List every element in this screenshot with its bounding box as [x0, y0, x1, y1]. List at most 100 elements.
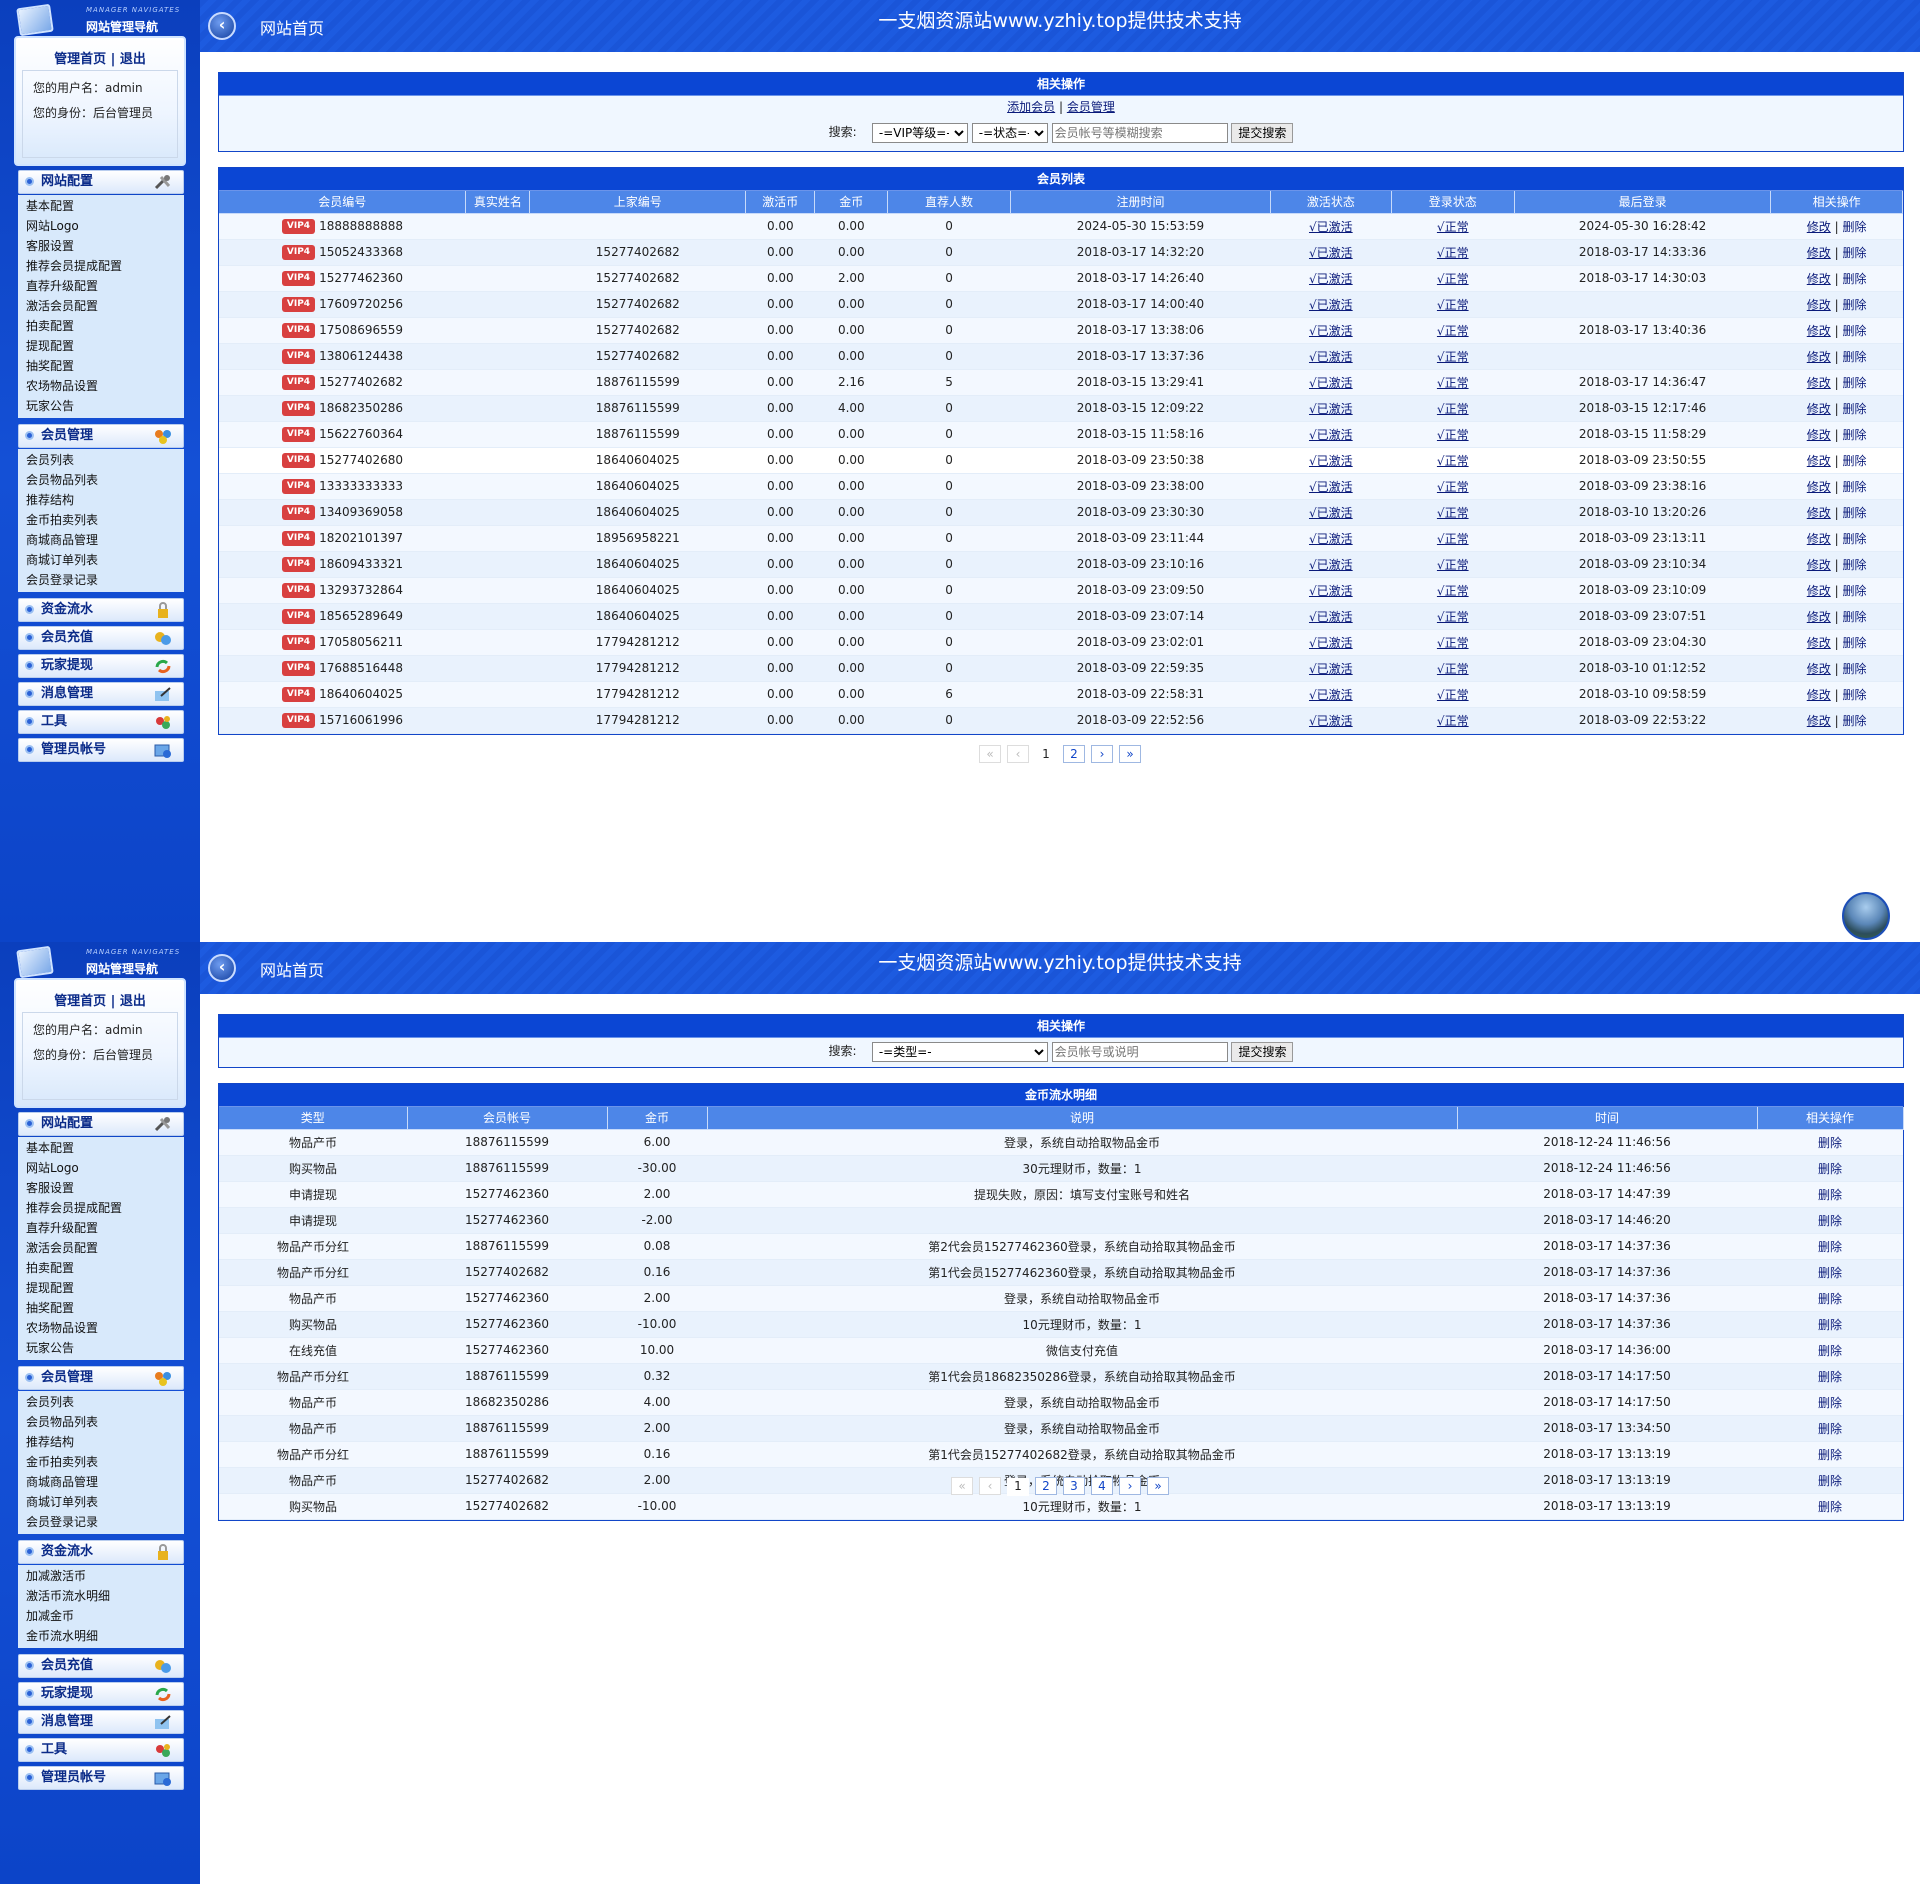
avatar[interactable]: [1842, 892, 1890, 940]
menu-head-tools[interactable]: 工具: [18, 1738, 184, 1762]
activation-status-link[interactable]: √已激活: [1309, 428, 1353, 442]
sidebar-item[interactable]: 玩家公告: [26, 396, 184, 416]
last-page-button[interactable]: »: [1147, 1477, 1169, 1495]
activation-status-link[interactable]: √已激活: [1309, 350, 1353, 364]
edit-link[interactable]: 修改: [1807, 662, 1831, 676]
search-input[interactable]: [1051, 122, 1228, 143]
sidebar-item[interactable]: 拍卖配置: [26, 1258, 184, 1278]
edit-link[interactable]: 修改: [1807, 350, 1831, 364]
activation-status-link[interactable]: √已激活: [1309, 246, 1353, 260]
sidebar-item[interactable]: 会员列表: [26, 450, 184, 470]
sidebar-item[interactable]: 商城商品管理: [26, 1472, 184, 1492]
activation-status-link[interactable]: √已激活: [1309, 480, 1353, 494]
delete-link[interactable]: 删除: [1818, 1188, 1842, 1202]
activation-status-link[interactable]: √已激活: [1309, 584, 1353, 598]
delete-link[interactable]: 删除: [1842, 376, 1866, 390]
login-status-link[interactable]: √正常: [1437, 428, 1469, 442]
sidebar-item[interactable]: 直荐升级配置: [26, 1218, 184, 1238]
activation-status-link[interactable]: √已激活: [1309, 220, 1353, 234]
add-member-link[interactable]: 添加会员: [1007, 100, 1055, 114]
sidebar-item[interactable]: 会员物品列表: [26, 1412, 184, 1432]
login-status-link[interactable]: √正常: [1437, 324, 1469, 338]
login-status-link[interactable]: √正常: [1437, 454, 1469, 468]
delete-link[interactable]: 删除: [1842, 610, 1866, 624]
page-button[interactable]: 2: [1035, 1477, 1057, 1495]
delete-link[interactable]: 删除: [1818, 1344, 1842, 1358]
sidebar-item[interactable]: 商城商品管理: [26, 530, 184, 550]
logout-link[interactable]: 退出: [120, 52, 146, 67]
edit-link[interactable]: 修改: [1807, 402, 1831, 416]
page-button[interactable]: 2: [1063, 745, 1085, 763]
login-status-link[interactable]: √正常: [1437, 402, 1469, 416]
delete-link[interactable]: 删除: [1818, 1422, 1842, 1436]
page-button[interactable]: 3: [1063, 1477, 1085, 1495]
delete-link[interactable]: 删除: [1842, 272, 1866, 286]
activation-status-link[interactable]: √已激活: [1309, 688, 1353, 702]
activation-status-link[interactable]: √已激活: [1309, 272, 1353, 286]
edit-link[interactable]: 修改: [1807, 428, 1831, 442]
prev-page-button[interactable]: ‹: [1007, 745, 1029, 763]
delete-link[interactable]: 删除: [1818, 1214, 1842, 1228]
menu-head-withdraw[interactable]: 玩家提现: [18, 654, 184, 678]
delete-link[interactable]: 删除: [1842, 246, 1866, 260]
sidebar-item[interactable]: 推荐结构: [26, 490, 184, 510]
activation-status-link[interactable]: √已激活: [1309, 636, 1353, 650]
delete-link[interactable]: 删除: [1818, 1396, 1842, 1410]
delete-link[interactable]: 删除: [1842, 350, 1866, 364]
login-status-link[interactable]: √正常: [1437, 532, 1469, 546]
admin-home-link[interactable]: 管理首页: [54, 994, 106, 1009]
edit-link[interactable]: 修改: [1807, 272, 1831, 286]
sidebar-item[interactable]: 提现配置: [26, 1278, 184, 1298]
sidebar-item[interactable]: 客服设置: [26, 1178, 184, 1198]
sidebar-item[interactable]: 金币拍卖列表: [26, 510, 184, 530]
delete-link[interactable]: 删除: [1842, 636, 1866, 650]
activation-status-link[interactable]: √已激活: [1309, 610, 1353, 624]
login-status-link[interactable]: √正常: [1437, 376, 1469, 390]
type-select[interactable]: -=类型=-: [871, 1041, 1048, 1062]
activation-status-link[interactable]: √已激活: [1309, 402, 1353, 416]
vip-level-select[interactable]: -=VIP等级=-: [871, 122, 968, 143]
sidebar-item[interactable]: 激活会员配置: [26, 1238, 184, 1258]
next-page-button[interactable]: ›: [1091, 745, 1113, 763]
menu-head-site-config[interactable]: 网站配置: [18, 1112, 184, 1136]
edit-link[interactable]: 修改: [1807, 688, 1831, 702]
login-status-link[interactable]: √正常: [1437, 636, 1469, 650]
delete-link[interactable]: 删除: [1842, 506, 1866, 520]
search-input[interactable]: [1051, 1041, 1228, 1062]
delete-link[interactable]: 删除: [1842, 428, 1866, 442]
delete-link[interactable]: 删除: [1818, 1318, 1842, 1332]
sidebar-item[interactable]: 激活会员配置: [26, 296, 184, 316]
delete-link[interactable]: 删除: [1842, 454, 1866, 468]
delete-link[interactable]: 删除: [1818, 1292, 1842, 1306]
login-status-link[interactable]: √正常: [1437, 350, 1469, 364]
sidebar-item[interactable]: 抽奖配置: [26, 1298, 184, 1318]
delete-link[interactable]: 删除: [1842, 584, 1866, 598]
sidebar-item[interactable]: 商城订单列表: [26, 1492, 184, 1512]
admin-home-link[interactable]: 管理首页: [54, 52, 106, 67]
edit-link[interactable]: 修改: [1807, 376, 1831, 390]
delete-link[interactable]: 删除: [1842, 688, 1866, 702]
delete-link[interactable]: 删除: [1842, 532, 1866, 546]
menu-head-message[interactable]: 消息管理: [18, 682, 184, 706]
first-page-button[interactable]: «: [979, 745, 1001, 763]
sidebar-item[interactable]: 金币拍卖列表: [26, 1452, 184, 1472]
login-status-link[interactable]: √正常: [1437, 584, 1469, 598]
delete-link[interactable]: 删除: [1818, 1370, 1842, 1384]
back-button[interactable]: ‹: [208, 954, 236, 982]
sidebar-item[interactable]: 加减金币: [26, 1606, 184, 1626]
menu-head-funds[interactable]: 资金流水: [18, 598, 184, 622]
sidebar-item[interactable]: 推荐结构: [26, 1432, 184, 1452]
edit-link[interactable]: 修改: [1807, 610, 1831, 624]
activation-status-link[interactable]: √已激活: [1309, 662, 1353, 676]
activation-status-link[interactable]: √已激活: [1309, 506, 1353, 520]
activation-status-link[interactable]: √已激活: [1309, 454, 1353, 468]
delete-link[interactable]: 删除: [1842, 714, 1866, 728]
sidebar-item[interactable]: 加减激活币: [26, 1566, 184, 1586]
sidebar-item[interactable]: 基本配置: [26, 196, 184, 216]
sidebar-item[interactable]: 客服设置: [26, 236, 184, 256]
login-status-link[interactable]: √正常: [1437, 480, 1469, 494]
member-mgmt-link[interactable]: 会员管理: [1067, 100, 1115, 114]
delete-link[interactable]: 删除: [1818, 1266, 1842, 1280]
menu-head-funds[interactable]: 资金流水: [18, 1540, 184, 1564]
menu-head-tools[interactable]: 工具: [18, 710, 184, 734]
